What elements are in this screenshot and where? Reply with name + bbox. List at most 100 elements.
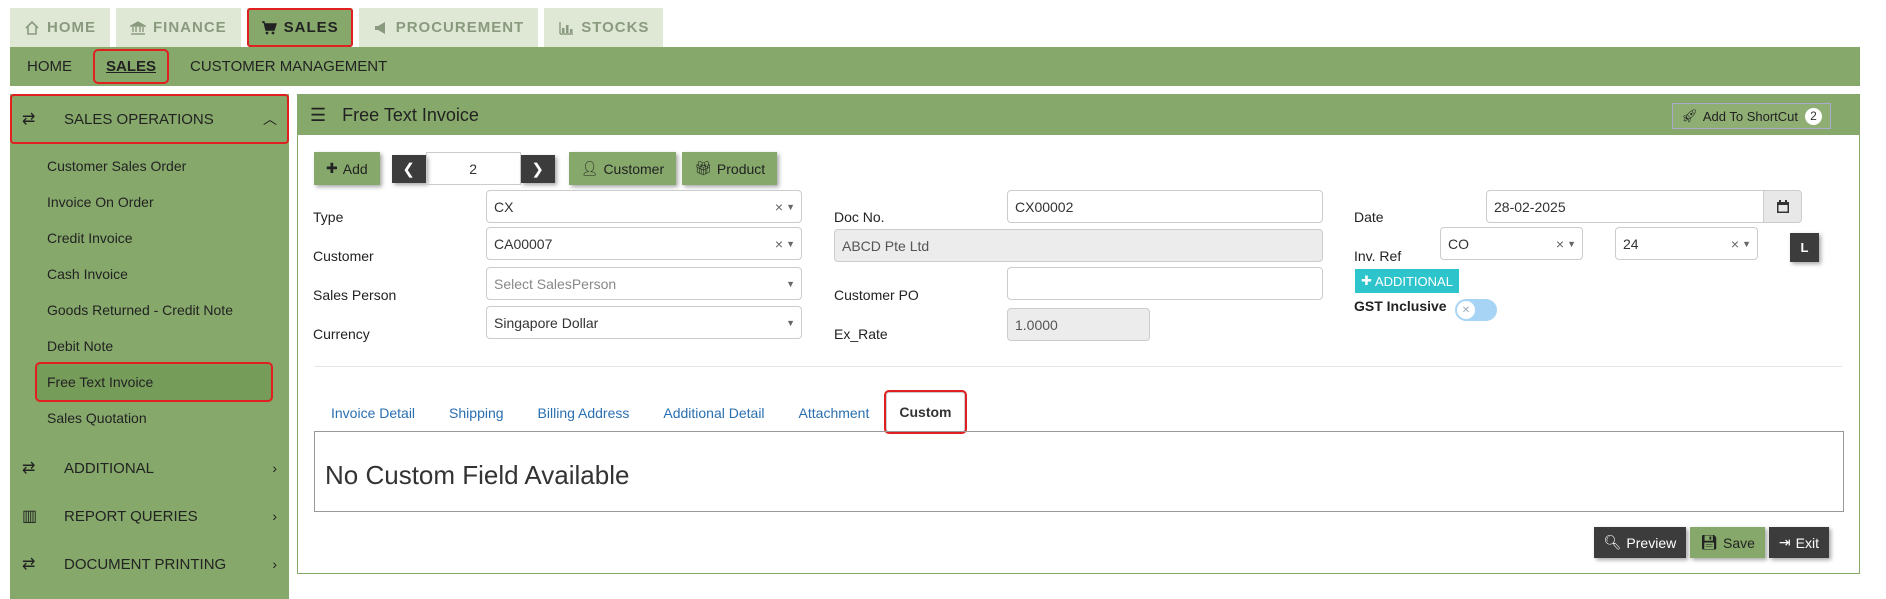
record-number-field[interactable]: 2 [425,152,521,185]
bar-chart-icon [559,21,574,35]
sidebar-item-sales-quotation[interactable]: Sales Quotation [10,400,289,436]
add-button[interactable]: ✚ Add [314,152,380,185]
next-record-button[interactable]: ❯ [520,154,555,183]
rocket-icon: 🚀︎ [1681,108,1698,123]
sidebar-section-report-queries[interactable]: ▥ REPORT QUERIES › [10,492,289,540]
currency-label: Currency [313,326,370,342]
chevron-up-icon: ︿ [263,111,277,127]
customer-label: Customer [603,160,665,177]
plus-icon: ✚ [326,160,338,176]
subnav-customer-management[interactable]: CUSTOMER MANAGEMENT [173,51,404,82]
sub-navigation: HOME SALES CUSTOMER MANAGEMENT [10,47,1860,86]
save-button[interactable]: 💾︎ Save [1690,527,1765,558]
additional-label: ADDITIONAL [1374,273,1453,289]
cart-icon [261,20,277,34]
sidebar-item-invoice-on-order[interactable]: Invoice On Order [10,184,289,220]
doc-no-field[interactable]: CX00002 [1007,190,1323,223]
tab-billing-address[interactable]: Billing Address [521,395,647,431]
record-toolbar: ✚ Add ❮ 2 ❯ 👤︎ Customer 🎁︎ Product [314,152,778,185]
module-tab-home[interactable]: HOME [10,8,110,47]
doc-no-label: Doc No. [834,209,885,225]
currency-value: Singapore Dollar [494,314,599,331]
detail-tabs: Invoice Detail Shipping Billing Address … [314,390,967,434]
l-button[interactable]: L [1790,233,1819,262]
inv-ref-prefix-select[interactable]: CO × ▼ [1440,227,1583,260]
type-select[interactable]: CX × ▼ [486,190,802,223]
module-tab-label: STOCKS [581,19,650,36]
sidebar-item-credit-invoice[interactable]: Credit Invoice [10,220,289,256]
module-tab-stocks[interactable]: STOCKS [544,8,664,47]
add-to-shortcut-button[interactable]: 🚀︎ Add To ShortCut 2 [1672,103,1831,129]
tab-custom[interactable]: Custom [884,390,967,434]
module-tab-procurement[interactable]: PROCUREMENT [358,8,539,47]
sidebar-section-label: REPORT QUERIES [64,507,198,525]
form-divider [314,366,1842,367]
calendar-icon [1776,199,1789,213]
exit-button[interactable]: ⇥ Exit [1768,527,1829,558]
customer-label: Customer [313,248,374,264]
megaphone-icon [374,21,385,34]
customer-button[interactable]: 👤︎ Customer [568,152,677,185]
save-label: Save [1723,534,1755,551]
user-icon: 👤︎ [580,160,599,176]
inv-ref-prefix-value: CO [1448,235,1469,252]
clear-icon[interactable]: × [775,199,783,215]
tab-content-panel: No Custom Field Available [314,431,1844,512]
clear-icon[interactable]: × [1731,236,1739,252]
sidebar-section-sales-operations[interactable]: ⇄ SALES OPERATIONS ︿ [10,94,289,144]
sidebar-item-customer-sales-order[interactable]: Customer Sales Order [10,148,289,184]
gst-inclusive-label: GST Inclusive [1354,298,1447,314]
subnav-home[interactable]: HOME [10,51,89,82]
sidebar-item-goods-returned[interactable]: Goods Returned - Credit Note [10,292,289,328]
calendar-button[interactable] [1763,190,1802,223]
sales-person-select[interactable]: Select SalesPerson ▼ [486,267,802,300]
floppy-icon: 💾︎ [1700,534,1718,550]
preview-button[interactable]: 🔍︎ Preview [1593,527,1687,558]
tab-additional-detail[interactable]: Additional Detail [646,395,781,431]
hamburger-icon[interactable]: ☰ [310,105,326,126]
caret-down-icon: ▼ [786,278,795,289]
product-button[interactable]: 🎁︎ Product [682,152,778,185]
sidebar-item-cash-invoice[interactable]: Cash Invoice [10,256,289,292]
caret-down-icon: ▼ [786,238,795,249]
app-root: HOME FINANCE SALES PROCUREMENT STOCKS HO… [0,0,1886,599]
add-label: Add [342,160,368,177]
sales-person-placeholder: Select SalesPerson [494,275,617,292]
previous-record-button[interactable]: ❮ [391,154,426,183]
product-label: Product [716,160,766,177]
additional-button[interactable]: ✚ ADDITIONAL [1355,269,1459,293]
customer-po-label: Customer PO [834,287,919,303]
clear-icon[interactable]: × [775,236,783,252]
sales-person-label: Sales Person [313,287,397,303]
exit-label: Exit [1795,534,1819,551]
no-custom-field-message: No Custom Field Available [325,460,630,490]
module-tab-label: SALES [283,19,339,36]
sidebar-item-debit-note[interactable]: Debit Note [10,328,289,364]
tab-invoice-detail[interactable]: Invoice Detail [314,395,432,431]
exchange-icon: ⇄ [22,556,36,573]
customer-name-field: ABCD Pte Ltd [834,229,1323,262]
caret-down-icon: ▼ [786,201,795,212]
tab-attachment[interactable]: Attachment [782,395,887,431]
currency-select[interactable]: Singapore Dollar ▼ [486,306,802,339]
sidebar-items: Customer Sales Order Invoice On Order Cr… [10,144,289,444]
chevron-right-icon: › [272,460,277,476]
gst-inclusive-toggle[interactable]: ✕ [1455,299,1497,321]
caret-down-icon: ▼ [786,317,795,328]
date-field[interactable]: 28-02-2025 [1486,190,1764,223]
inv-ref-number-select[interactable]: 24 × ▼ [1615,227,1758,260]
page-title: Free Text Invoice [342,104,479,125]
sidebar-item-free-text-invoice[interactable]: Free Text Invoice [35,362,273,402]
clear-icon[interactable]: × [1556,236,1564,252]
type-label: Type [313,209,344,225]
subnav-sales[interactable]: SALES [92,49,170,84]
sidebar-section-document-printing[interactable]: ⇄ DOCUMENT PRINTING › [10,540,289,588]
customer-select[interactable]: CA00007 × ▼ [486,227,802,260]
footer-actions: 🔍︎ Preview 💾︎ Save ⇥ Exit [1593,527,1829,558]
module-tab-sales[interactable]: SALES [246,8,353,47]
module-tab-finance[interactable]: FINANCE [116,8,241,47]
customer-po-field[interactable] [1007,267,1323,300]
sidebar-section-additional[interactable]: ⇄ ADDITIONAL › [10,444,289,492]
inv-ref-number-value: 24 [1623,235,1639,252]
tab-shipping[interactable]: Shipping [432,395,521,431]
